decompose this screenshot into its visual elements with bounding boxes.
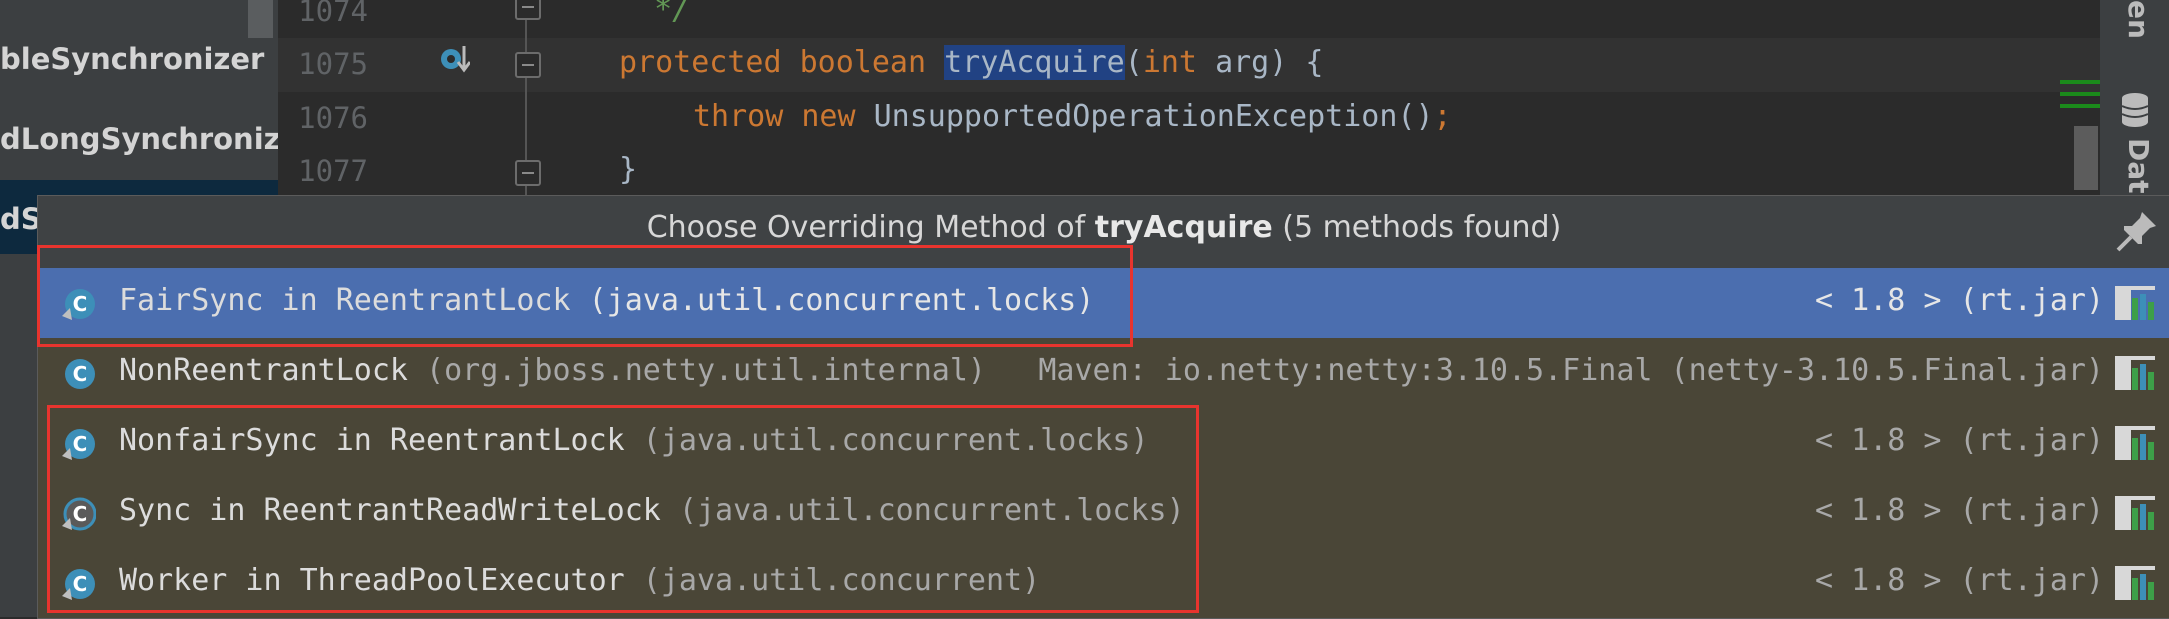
- library-icon: [2114, 424, 2158, 462]
- fold-marker[interactable]: [515, 160, 541, 186]
- editor-scrollbar-thumb[interactable]: [2074, 126, 2098, 190]
- code-token: UnsupportedOperationException(): [873, 99, 1434, 134]
- library-icon: [2114, 284, 2158, 322]
- code-line[interactable]: protected boolean tryAcquire(int arg) {: [619, 45, 1323, 80]
- change-marker: [2060, 80, 2100, 84]
- method-library: < 1.8 > (rt.jar): [1815, 493, 2104, 528]
- code-token: throw: [693, 99, 802, 134]
- library-icon: [2114, 354, 2158, 392]
- tree-item[interactable]: bleSynchronizer: [0, 42, 264, 76]
- change-marker: [2060, 92, 2100, 96]
- code-token: boolean: [799, 45, 945, 80]
- database-tool-label[interactable]: Dat: [2122, 138, 2155, 194]
- tree-scrollbar[interactable]: [248, 0, 273, 38]
- tool-window-label[interactable]: en: [2122, 0, 2155, 39]
- code-token: tryAcquire: [944, 45, 1125, 80]
- database-icon[interactable]: [2120, 92, 2150, 128]
- tree-item[interactable]: dLongSynchronizer: [0, 122, 315, 156]
- change-marker: [2060, 104, 2100, 108]
- line-number: 1076: [298, 101, 368, 135]
- code-line[interactable]: }: [619, 152, 637, 187]
- method-library: < 1.8 > (rt.jar): [1815, 283, 2104, 318]
- line-number: 1077: [298, 154, 368, 188]
- annotation-box: [37, 245, 1133, 347]
- popup-title-method: tryAcquire: [1094, 210, 1273, 245]
- method-row[interactable]: C NonReentrantLock (org.jboss.netty.util.…: [38, 338, 2169, 408]
- code-token: (: [1124, 45, 1143, 80]
- pin-icon[interactable]: [2114, 208, 2160, 254]
- popup-title: Choose Overriding Method of tryAcquire (…: [38, 210, 2169, 245]
- method-library: Maven: io.netty:netty:3.10.5.Final (nett…: [1038, 353, 2104, 388]
- method-library: < 1.8 > (rt.jar): [1815, 563, 2104, 598]
- fold-marker[interactable]: [515, 52, 541, 78]
- tree-item-selected[interactable]: dS: [0, 202, 42, 236]
- fold-marker[interactable]: [515, 0, 541, 20]
- svg-text:C: C: [73, 362, 88, 386]
- method-library: < 1.8 > (rt.jar): [1815, 423, 2104, 458]
- line-number: 1075: [298, 47, 368, 81]
- code-token: ;: [1433, 99, 1452, 134]
- library-icon: [2114, 494, 2158, 532]
- code-token: */: [618, 0, 691, 27]
- annotation-box: [47, 405, 1199, 613]
- method-package: (org.jboss.netty.util.internal): [407, 353, 986, 388]
- code-token: }: [619, 152, 638, 187]
- code-line[interactable]: throw new UnsupportedOperationException(…: [693, 99, 1452, 134]
- code-token: protected: [619, 45, 800, 80]
- code-line[interactable]: */: [618, 0, 690, 27]
- code-token: new: [801, 99, 874, 134]
- library-icon: [2114, 564, 2158, 602]
- popup-title-suffix: (5 methods found): [1272, 210, 1562, 245]
- line-number: 1074: [298, 0, 368, 28]
- method-row-text: NonReentrantLock (org.jboss.netty.util.i…: [119, 353, 986, 388]
- code-token: arg) {: [1215, 45, 1324, 80]
- class-icon: C: [60, 356, 96, 392]
- overridden-method-icon[interactable]: [440, 44, 470, 74]
- code-token: int: [1142, 45, 1216, 80]
- popup-title-prefix: Choose Overriding Method of: [646, 210, 1095, 245]
- method-class-name: NonReentrantLock: [119, 353, 408, 388]
